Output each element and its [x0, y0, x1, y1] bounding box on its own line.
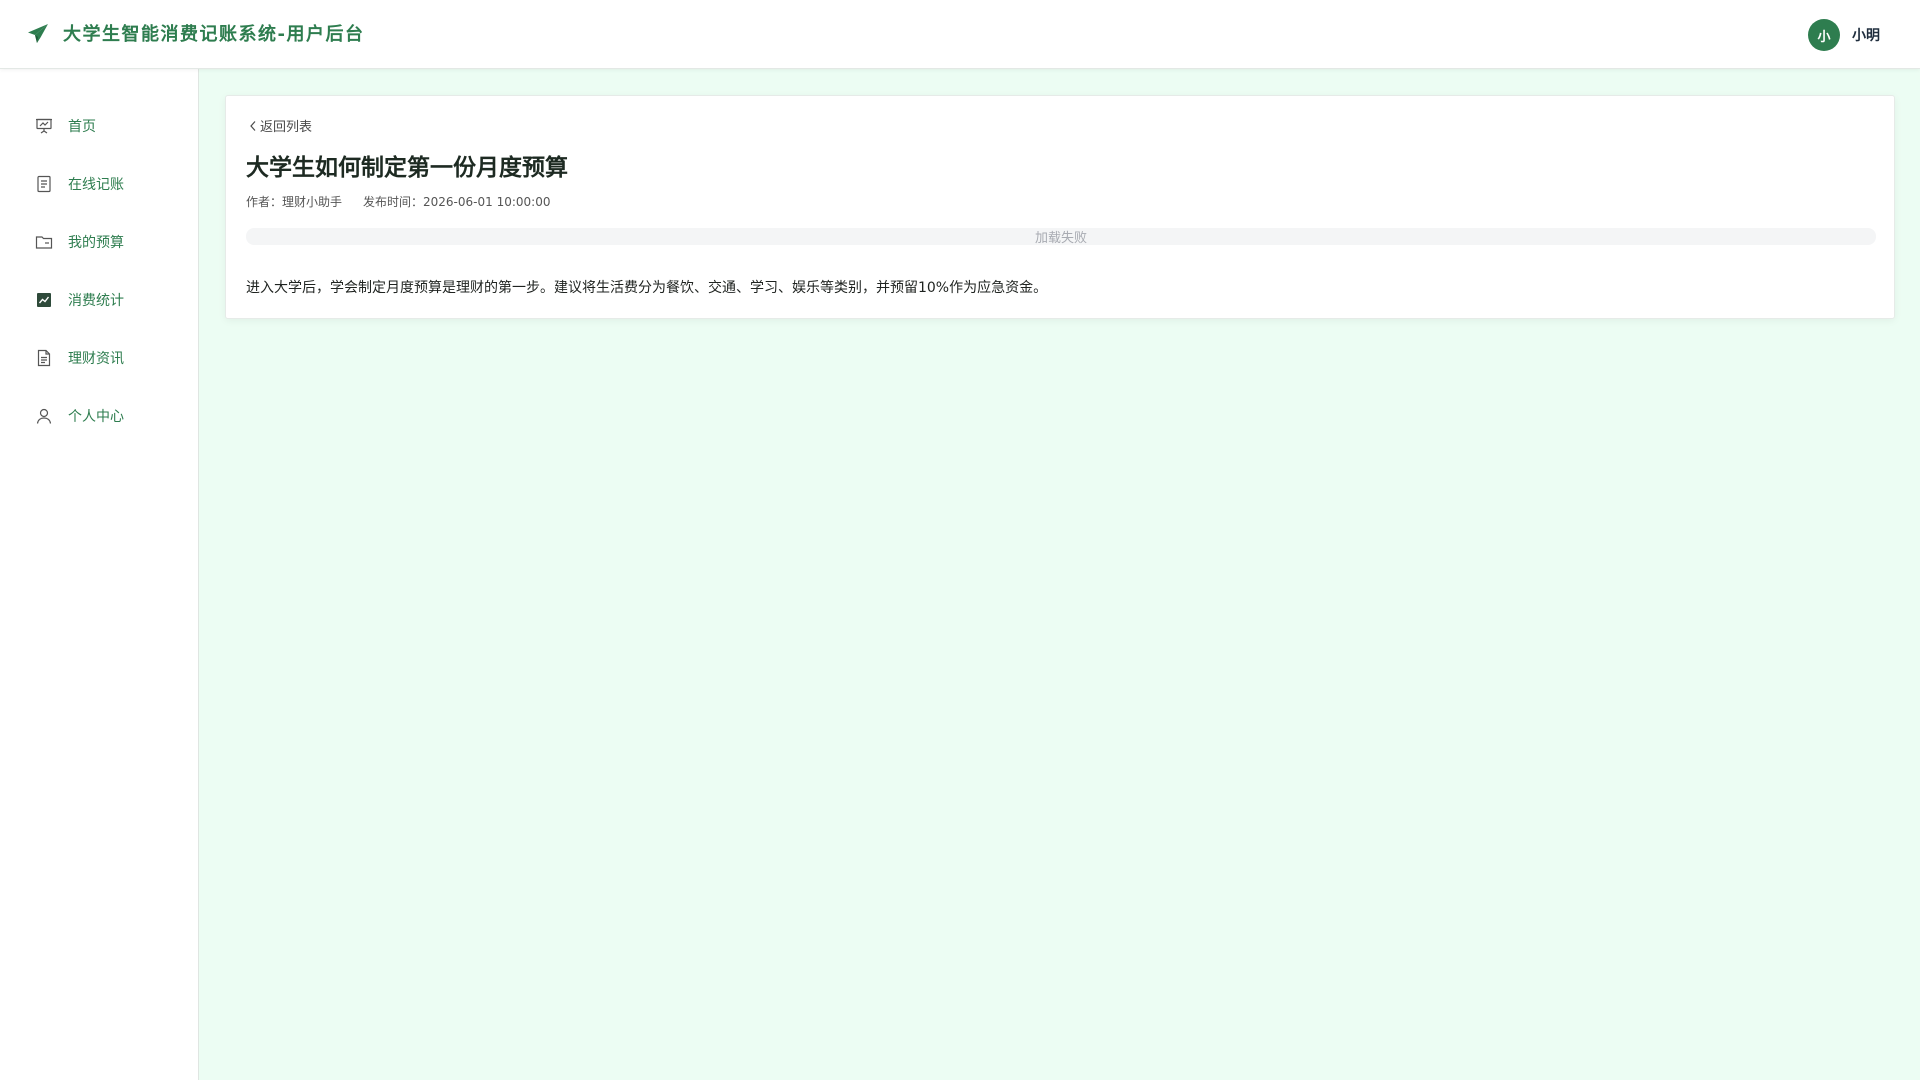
sidebar-item-home[interactable]: 首页 [0, 97, 198, 155]
avatar[interactable]: 小 [1808, 19, 1840, 51]
article-meta: 作者：理财小助手 发布时间：2026-06-01 10:00:00 [246, 193, 550, 210]
sidebar-item-label: 个人中心 [68, 409, 124, 425]
presentation-icon [36, 118, 52, 134]
chart-icon [37, 293, 51, 307]
sidebar-item-label: 消费统计 [68, 293, 124, 309]
document-icon [37, 175, 51, 193]
sidebar-item-profile[interactable]: 个人中心 [0, 387, 198, 445]
sidebar-item-statistics[interactable]: 消费统计 [0, 271, 198, 329]
article-title: 大学生如何制定第一份月度预算 [246, 155, 568, 181]
top-header: 大学生智能消费记账系统-用户后台 小 小明 [0, 0, 1920, 69]
user-menu[interactable]: 小 小明 [1808, 19, 1880, 51]
sidebar-item-label: 首页 [68, 119, 96, 135]
sidebar-item-label: 理财资讯 [68, 351, 124, 367]
back-to-list-link[interactable]: 返回列表 [248, 116, 312, 135]
file-text-icon [37, 349, 51, 367]
app-title: 大学生智能消费记账系统-用户后台 [63, 24, 365, 45]
article-publish-time: 发布时间：2026-06-01 10:00:00 [363, 195, 551, 209]
folder-icon [35, 236, 53, 249]
article-card: 返回列表 大学生如何制定第一份月度预算 作者：理财小助手 发布时间：2026-0… [225, 95, 1895, 319]
user-icon [36, 408, 52, 424]
sidebar-item-finance-news[interactable]: 理财资讯 [0, 329, 198, 387]
article-author: 作者：理财小助手 [246, 195, 343, 209]
chevron-left-icon [250, 120, 256, 131]
sidebar-item-bookkeeping[interactable]: 在线记账 [0, 155, 198, 213]
article-image-placeholder: 加载失败 [246, 228, 1876, 246]
back-link-label: 返回列表 [260, 120, 313, 135]
sidebar: 首页 在线记账 我的预算 消费统计 理财资讯 个人中心 [0, 69, 199, 1080]
sidebar-item-label: 我的预算 [68, 235, 124, 251]
image-load-failed-text: 加载失败 [1034, 231, 1087, 246]
article-content: 进入大学后，学会制定月度预算是理财的第一步。建议将生活费分为餐饮、交通、学习、娱… [246, 280, 1048, 296]
sidebar-item-label: 在线记账 [68, 177, 124, 193]
username[interactable]: 小明 [1852, 25, 1880, 45]
sidebar-item-budget[interactable]: 我的预算 [0, 213, 198, 271]
paper-plane-icon [28, 24, 48, 43]
